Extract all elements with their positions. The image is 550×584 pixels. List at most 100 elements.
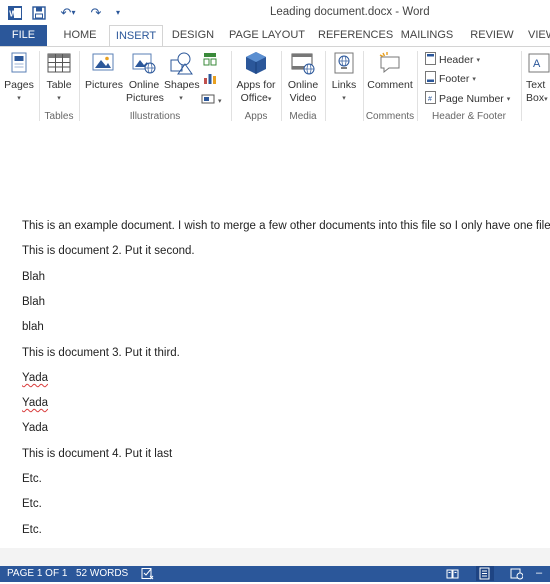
save-icon[interactable] xyxy=(30,4,48,21)
apps-for-office-button[interactable]: Apps for Office▾ xyxy=(234,50,278,106)
screenshot-icon xyxy=(201,93,215,108)
footer-button[interactable]: Footer ▾ xyxy=(425,71,476,87)
online-pictures-button[interactable]: Online Pictures xyxy=(126,50,164,105)
paragraph[interactable]: This is document 3. Put it third. xyxy=(22,347,180,359)
online-video-button[interactable]: Online Video xyxy=(284,50,322,105)
text-box-button[interactable]: A Text Box▾ xyxy=(526,50,550,106)
paragraph-misspelled[interactable]: Yada xyxy=(22,397,48,409)
tab-references[interactable]: REFERENCES xyxy=(318,25,393,47)
header-label: Header xyxy=(439,54,474,66)
tab-review[interactable]: REVIEW xyxy=(466,25,518,47)
undo-button[interactable]: ↶ ▾ xyxy=(55,4,81,21)
page-number-button[interactable]: # Page Number ▾ xyxy=(425,91,510,107)
ribbon: Pages ▾ Table ▾ Tables Pictures Online P… xyxy=(0,46,550,125)
comment-button[interactable]: Comment xyxy=(366,50,414,92)
web-layout-icon[interactable] xyxy=(510,567,524,583)
word-count-status[interactable]: 52 WORDS xyxy=(76,568,128,579)
document-background xyxy=(0,548,550,566)
smartart-icon xyxy=(203,52,217,69)
proofing-icon[interactable] xyxy=(141,567,154,583)
header-footer-group-label: Header & Footer xyxy=(432,111,506,122)
tab-view[interactable]: VIEW xyxy=(528,25,550,47)
table-label: Table xyxy=(46,79,72,91)
tab-insert[interactable]: INSERT xyxy=(109,25,163,47)
tab-design[interactable]: DESIGN xyxy=(170,25,216,47)
paragraph[interactable]: blah xyxy=(22,321,44,333)
shapes-icon xyxy=(168,50,194,76)
paragraph[interactable]: This is document 2. Put it second. xyxy=(22,245,195,257)
paragraph[interactable]: This is an example document. I wish to m… xyxy=(22,220,550,232)
page-number-label: Page Number xyxy=(439,93,504,105)
header-icon xyxy=(425,52,436,68)
apps-for-office-icon xyxy=(243,50,269,76)
links-label: Links xyxy=(331,79,357,91)
footer-label: Footer xyxy=(439,73,470,85)
word-app-icon[interactable]: W xyxy=(6,4,24,21)
paragraph[interactable]: Blah xyxy=(22,296,45,308)
apps-group-label: Apps xyxy=(244,111,268,122)
links-icon xyxy=(331,50,357,76)
footer-icon xyxy=(425,71,436,87)
document-page[interactable]: This is an example document. I wish to m… xyxy=(0,124,550,566)
text-box-dropdown-icon: ▾ xyxy=(544,96,548,103)
title-bar: W ↶ ▾ ↷ ▾ Leading document.docx - Word xyxy=(0,0,550,25)
paragraph-misspelled[interactable]: Yada xyxy=(22,372,48,384)
footer-dropdown-icon: ▾ xyxy=(472,76,476,83)
links-button[interactable]: Links ▾ xyxy=(328,50,360,105)
paragraph[interactable]: Etc. xyxy=(22,524,42,536)
screenshot-button[interactable]: ▾ xyxy=(201,93,222,108)
read-mode-icon[interactable] xyxy=(446,567,459,583)
paragraph[interactable]: Etc. xyxy=(22,473,42,485)
shapes-button[interactable]: Shapes ▾ xyxy=(164,50,200,105)
online-video-label-1: Online xyxy=(287,79,319,91)
pictures-button[interactable]: Pictures xyxy=(84,50,124,92)
table-dropdown-icon: ▾ xyxy=(57,95,61,102)
page-count-status[interactable]: PAGE 1 OF 1 xyxy=(7,568,67,579)
page-number-dropdown-icon: ▾ xyxy=(506,96,511,103)
pictures-icon xyxy=(91,50,117,76)
chart-button[interactable] xyxy=(203,71,217,88)
online-pictures-label-1: Online xyxy=(128,79,160,91)
status-bar: PAGE 1 OF 1 52 WORDS – xyxy=(0,566,550,582)
paragraph[interactable]: Yada xyxy=(22,422,48,434)
illustrations-group-label: Illustrations xyxy=(129,111,181,122)
tab-home[interactable]: HOME xyxy=(58,25,102,47)
apps-group: Apps for Office▾ Apps xyxy=(232,47,280,124)
links-dropdown-icon: ▾ xyxy=(342,95,346,102)
customize-qat-icon[interactable]: ▾ xyxy=(113,4,123,21)
table-button[interactable]: Table ▾ xyxy=(44,50,74,105)
comment-icon xyxy=(377,50,403,76)
chart-icon xyxy=(203,71,217,88)
paragraph[interactable]: This is document 4. Put it last xyxy=(22,448,172,460)
media-group-label: Media xyxy=(289,111,317,122)
paragraph[interactable]: Etc. xyxy=(22,498,42,510)
online-pictures-icon xyxy=(131,50,157,76)
shapes-dropdown-icon: ▾ xyxy=(179,95,183,102)
redo-icon[interactable]: ↷ xyxy=(88,4,104,21)
tab-page-layout[interactable]: PAGE LAYOUT xyxy=(228,25,306,47)
window-title: Leading document.docx - Word xyxy=(270,6,430,18)
apps-for-office-label-1: Apps for xyxy=(236,79,276,91)
text-group: A Text Box▾ xyxy=(522,47,550,124)
print-layout-icon[interactable] xyxy=(476,566,494,581)
online-video-label-2: Video xyxy=(289,92,317,104)
svg-text:#: # xyxy=(428,96,432,103)
tab-file[interactable]: FILE xyxy=(0,25,47,47)
table-icon xyxy=(46,50,72,76)
paragraph[interactable]: Blah xyxy=(22,271,45,283)
ribbon-tabs: FILE HOME INSERT DESIGN PAGE LAYOUT REFE… xyxy=(0,25,550,47)
links-group: Links ▾ xyxy=(326,47,362,124)
zoom-out-button[interactable]: – xyxy=(536,567,542,579)
online-video-icon xyxy=(290,50,316,76)
pages-button[interactable]: Pages ▾ xyxy=(3,50,35,105)
pages-label: Pages xyxy=(4,79,34,91)
header-button[interactable]: Header ▾ xyxy=(425,52,480,68)
pictures-label: Pictures xyxy=(85,79,123,91)
tab-mailings[interactable]: MAILINGS xyxy=(398,25,456,47)
undo-dropdown-icon: ▾ xyxy=(71,8,76,17)
comments-group: Comment Comments xyxy=(364,47,416,124)
smartart-button[interactable] xyxy=(203,52,217,69)
illustrations-group: Pictures Online Pictures Shapes ▾ ▾ Illu… xyxy=(80,47,230,124)
comment-label: Comment xyxy=(367,79,413,91)
pages-icon xyxy=(6,50,32,76)
